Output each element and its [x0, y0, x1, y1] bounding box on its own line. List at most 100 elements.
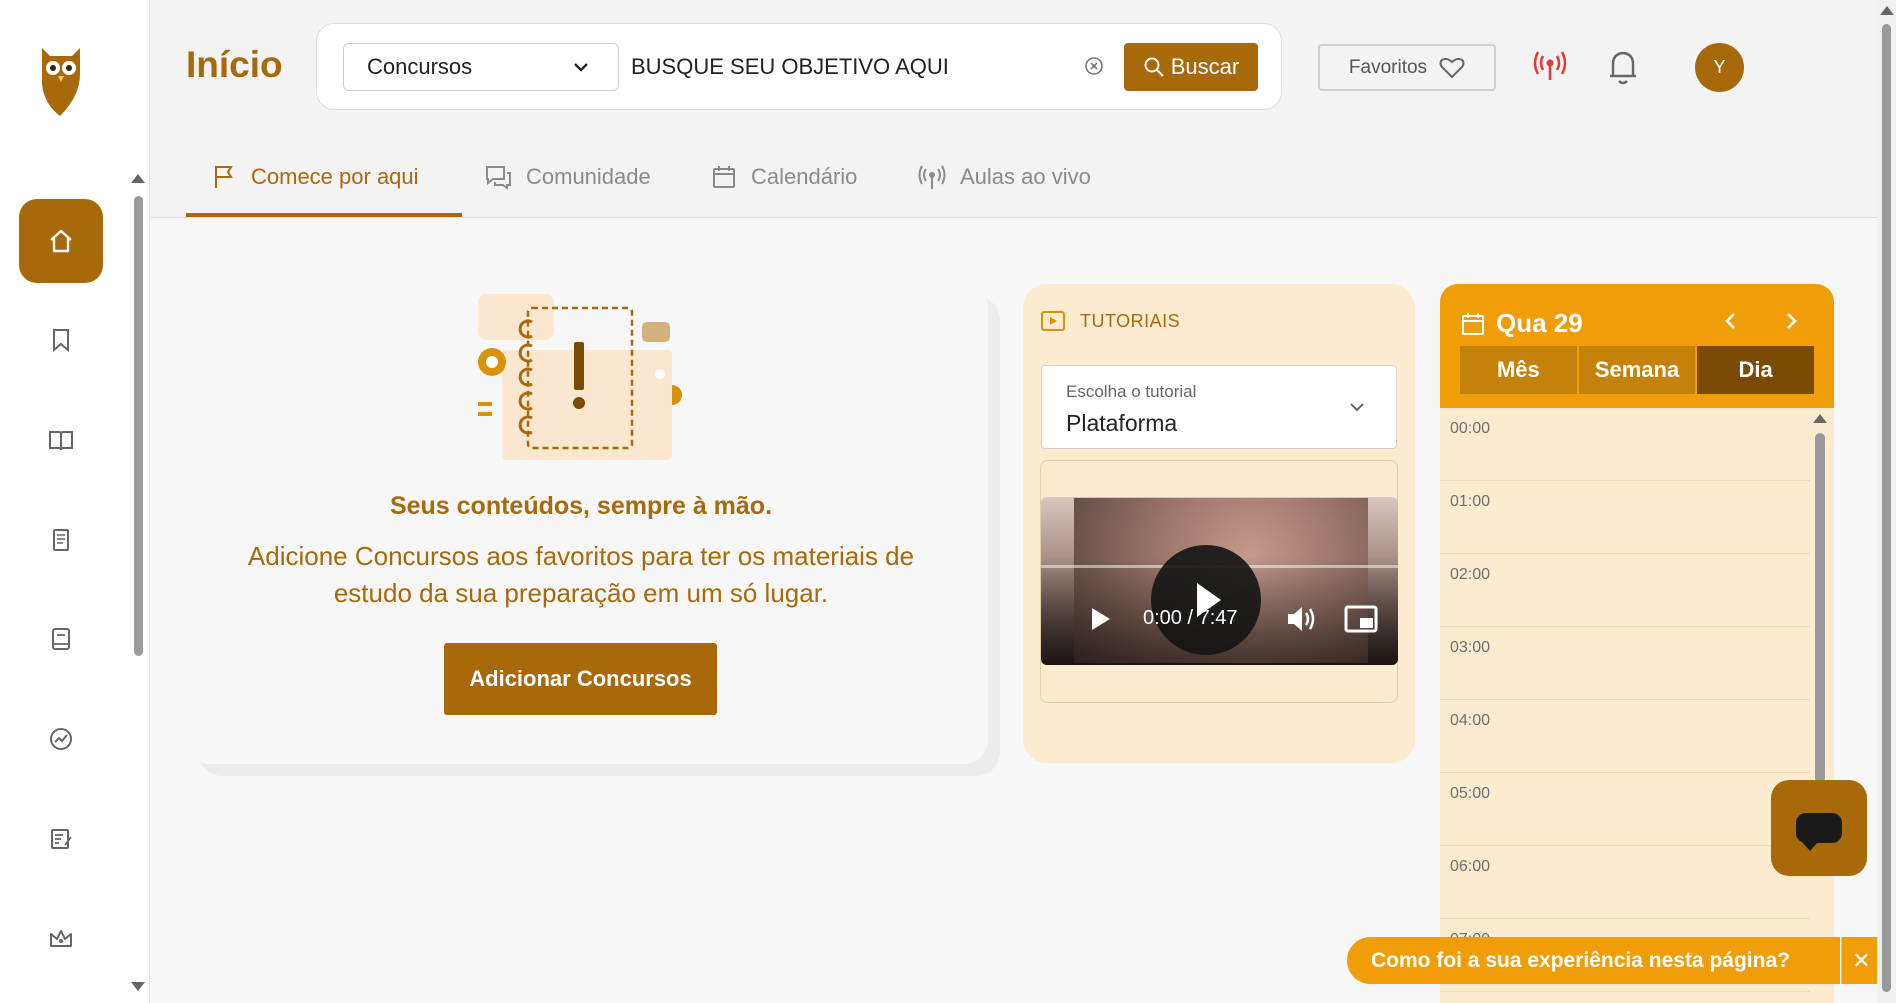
- hour-label: 04:00: [1450, 712, 1491, 729]
- hour-label: 01:00: [1450, 493, 1491, 510]
- tutorial-select-value: Plataforma: [1066, 410, 1178, 436]
- notebook-icon: [52, 628, 70, 650]
- favorites-button[interactable]: Favoritos: [1318, 44, 1496, 91]
- calendar-scroll-up[interactable]: [1813, 414, 1827, 423]
- calendar-hour-row[interactable]: 04:00: [1440, 700, 1810, 773]
- sidebar-item-materials[interactable]: [19, 498, 103, 582]
- search-icon: [1144, 57, 1164, 77]
- tab-label: Calendário: [751, 164, 858, 189]
- calendar-view-day[interactable]: Dia: [1697, 346, 1815, 394]
- calendar-hour-row[interactable]: 05:00: [1440, 773, 1810, 846]
- tutorials-header: TUTORIAIS: [1040, 310, 1180, 332]
- calendar-scrollbar[interactable]: [1815, 433, 1825, 783]
- home-icon: [50, 229, 72, 253]
- sidebar-item-home[interactable]: [19, 199, 103, 283]
- tab-label: Comece por aqui: [251, 164, 419, 189]
- bell-icon[interactable]: [1607, 48, 1639, 86]
- calendar-date-label: Qua 29: [1496, 308, 1583, 338]
- tutorial-select-label: Escolha o tutorial: [1066, 382, 1197, 401]
- tab-label: Comunidade: [526, 164, 651, 189]
- search-bar: Concursos Buscar: [316, 23, 1282, 110]
- play-icon: [1197, 583, 1221, 617]
- add-concursos-button[interactable]: Adicionar Concursos: [444, 643, 717, 715]
- page-scrollbar[interactable]: [1882, 24, 1891, 992]
- chat-icon: [486, 166, 511, 190]
- feedback-prompt[interactable]: Como foi a sua experiência nesta página?: [1347, 937, 1840, 984]
- video-big-play-button[interactable]: [1151, 545, 1261, 655]
- picture-in-picture-icon[interactable]: [1343, 603, 1379, 635]
- owl-logo-icon[interactable]: [36, 44, 86, 120]
- calendar-hour-row[interactable]: 06:00: [1440, 846, 1810, 919]
- notebook-illustration: [478, 294, 682, 460]
- calendar-hour-row[interactable]: 00:00: [1440, 408, 1810, 481]
- tutorial-video-player[interactable]: 0:00 / 7:47: [1041, 497, 1398, 665]
- volume-icon[interactable]: [1285, 603, 1319, 635]
- clear-icon[interactable]: [1083, 55, 1105, 77]
- broadcast-icon: [918, 165, 946, 189]
- calendar-view-month[interactable]: Mês: [1460, 346, 1579, 394]
- tab-comunidade[interactable]: Comunidade: [484, 157, 651, 197]
- play-square-icon: [1041, 311, 1065, 331]
- tab-aulas-ao-vivo[interactable]: Aulas ao vivo: [918, 157, 1091, 197]
- user-avatar[interactable]: Y: [1695, 43, 1744, 92]
- sidebar-item-bookmarks[interactable]: [19, 298, 103, 382]
- sidebar-item-premium[interactable]: [19, 896, 103, 980]
- calendar-view-tabs: Mês Semana Dia: [1460, 346, 1815, 394]
- tab-comece-por-aqui[interactable]: Comece por aqui: [211, 157, 419, 197]
- hour-label: 02:00: [1450, 566, 1491, 583]
- calendar-hour-row[interactable]: 01:00: [1440, 481, 1810, 554]
- chevron-down-icon: [1350, 403, 1364, 412]
- heart-icon: [1439, 57, 1465, 78]
- calendar-date: Qua 29: [1460, 308, 1583, 339]
- hour-label: 00:00: [1450, 420, 1491, 437]
- category-select-value: Concursos: [367, 54, 473, 79]
- sidebar-scrollbar[interactable]: [134, 196, 143, 656]
- performance-icon: [50, 728, 72, 750]
- sidebar-scroll-up[interactable]: [131, 174, 145, 183]
- page-title: Início: [186, 44, 283, 85]
- sidebar-item-courses[interactable]: [19, 398, 103, 482]
- chevron-left-icon[interactable]: [1722, 310, 1740, 332]
- active-tab-indicator: [186, 213, 462, 217]
- video-current-time: 0:00: [1143, 607, 1182, 629]
- sidebar-item-notebook[interactable]: [19, 597, 103, 681]
- tab-label: Aulas ao vivo: [960, 164, 1091, 189]
- tutorials-label: TUTORIAIS: [1080, 310, 1181, 331]
- search-input[interactable]: [631, 43, 1091, 91]
- calendar-icon: [1462, 312, 1484, 335]
- video-duration: 7:47: [1198, 607, 1238, 629]
- live-broadcast-icon[interactable]: [1533, 50, 1567, 82]
- category-select[interactable]: Concursos: [343, 43, 619, 91]
- hour-label: 05:00: [1450, 785, 1491, 802]
- tutorial-select[interactable]: Escolha o tutorial Plataforma: [1041, 365, 1397, 449]
- edit-list-icon: [51, 829, 72, 849]
- calendar-hour-row[interactable]: 03:00: [1440, 627, 1810, 700]
- calendar-icon: [713, 166, 735, 188]
- chevron-right-icon[interactable]: [1782, 310, 1800, 332]
- calendar-hour-row[interactable]: 02:00: [1440, 554, 1810, 627]
- sidebar-item-exercises[interactable]: [19, 797, 103, 881]
- crown-icon: [50, 930, 72, 947]
- chat-bubble-icon: [1796, 813, 1842, 851]
- play-icon[interactable]: [1089, 605, 1113, 633]
- favorites-empty-heading: Seus conteúdos, sempre à mão.: [389, 492, 773, 520]
- bookmark-icon: [53, 329, 69, 353]
- chevron-down-icon: [574, 63, 588, 72]
- tab-calendario[interactable]: Calendário: [711, 157, 857, 197]
- flag-icon: [215, 166, 233, 188]
- calendar-header: Qua 29 Mês Semana Dia: [1440, 284, 1834, 408]
- calendar-panel: Qua 29 Mês Semana Dia 00:00 01:00 02:00 …: [1440, 284, 1834, 1003]
- chat-support-button[interactable]: [1771, 780, 1867, 876]
- page-scroll-up[interactable]: [1880, 6, 1894, 15]
- sidebar: [0, 0, 150, 1003]
- search-button-label: Buscar: [1170, 54, 1240, 79]
- sidebar-item-performance[interactable]: [19, 697, 103, 781]
- calendar-view-week[interactable]: Semana: [1578, 346, 1698, 394]
- document-icon: [53, 529, 69, 551]
- search-button[interactable]: Buscar: [1124, 43, 1258, 91]
- sidebar-scroll-down[interactable]: [131, 982, 145, 991]
- video-time-separator: /: [1187, 607, 1194, 629]
- favorites-label: Favoritos: [1348, 56, 1428, 78]
- book-open-icon: [49, 431, 73, 451]
- feedback-close-button[interactable]: ✕: [1841, 937, 1881, 984]
